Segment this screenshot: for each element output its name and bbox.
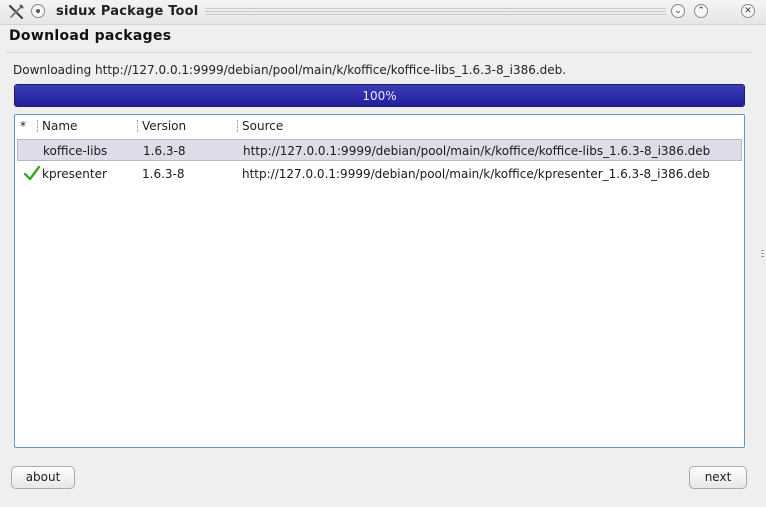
header-name[interactable]: Name xyxy=(42,119,77,133)
next-button[interactable]: next xyxy=(689,466,747,489)
titlebar-decoration xyxy=(205,8,666,16)
row-source: http://127.0.0.1:9999/debian/pool/main/k… xyxy=(243,144,711,158)
download-status-text: Downloading http://127.0.0.1:9999/debian… xyxy=(13,63,567,77)
resize-grip[interactable] xyxy=(761,250,764,258)
header-separator[interactable] xyxy=(237,120,238,132)
app-tools-icon[interactable] xyxy=(8,4,24,20)
window-title: sidux Package Tool xyxy=(56,4,199,19)
about-button[interactable]: about xyxy=(11,466,75,489)
header-status[interactable]: * xyxy=(20,119,26,133)
header-source[interactable]: Source xyxy=(242,119,283,133)
download-progress-bar: 100% xyxy=(14,84,745,107)
list-header: * Name Version Source xyxy=(15,115,744,137)
row-name: kpresenter xyxy=(42,167,107,181)
check-icon xyxy=(23,165,41,181)
header-separator[interactable] xyxy=(137,120,138,132)
heading-divider xyxy=(6,52,752,53)
page-title: Download packages xyxy=(9,28,172,44)
row-version: 1.6.3-8 xyxy=(143,144,186,158)
window-titlebar[interactable]: sidux Package Tool ⌄ ⌃ ✕ xyxy=(0,0,766,25)
header-separator[interactable] xyxy=(37,120,38,132)
row-version: 1.6.3-8 xyxy=(142,167,185,181)
header-version[interactable]: Version xyxy=(142,119,186,133)
table-row[interactable]: kpresenter 1.6.3-8 http://127.0.0.1:9999… xyxy=(17,163,742,185)
close-button[interactable]: ✕ xyxy=(741,4,755,18)
maximize-button[interactable]: ⌃ xyxy=(694,4,708,18)
table-row[interactable]: koffice-libs 1.6.3-8 http://127.0.0.1:99… xyxy=(17,139,742,161)
row-source: http://127.0.0.1:9999/debian/pool/main/k… xyxy=(242,167,710,181)
package-list[interactable]: * Name Version Source koffice-libs 1.6.3… xyxy=(14,114,745,448)
progress-label: 100% xyxy=(362,89,397,103)
row-name: koffice-libs xyxy=(43,144,108,158)
window-menu-button[interactable] xyxy=(31,4,45,18)
minimize-button[interactable]: ⌄ xyxy=(671,4,685,18)
